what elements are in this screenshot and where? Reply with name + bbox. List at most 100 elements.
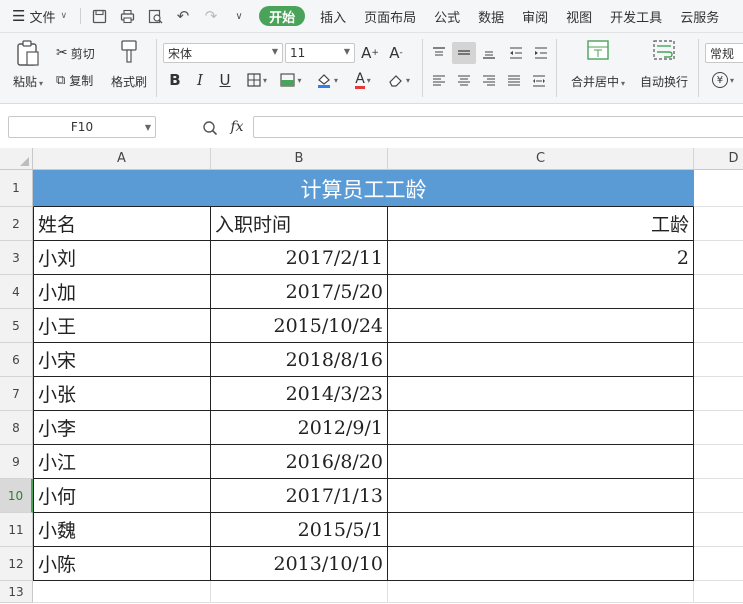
date-cell[interactable]: 2012/9/1	[211, 411, 388, 445]
years-cell[interactable]	[388, 411, 694, 445]
align-center-icon[interactable]	[454, 70, 474, 92]
empty-cell[interactable]	[694, 377, 743, 411]
insert-function-icon[interactable]: fx	[226, 117, 248, 137]
fill-color-icon[interactable]: ▾	[312, 69, 342, 91]
tab-formulas[interactable]: 公式	[425, 0, 469, 32]
align-left-icon[interactable]	[429, 70, 449, 92]
print-preview-icon[interactable]	[141, 0, 169, 32]
format-painter-button[interactable]: 格式刷	[108, 39, 150, 99]
header-years-cell[interactable]: 工龄	[388, 207, 694, 241]
years-cell[interactable]	[388, 309, 694, 343]
tab-data[interactable]: 数据	[469, 0, 513, 32]
column-header-d[interactable]: D	[694, 148, 743, 170]
row-header[interactable]: 10	[0, 479, 33, 513]
underline-icon[interactable]: U	[215, 69, 235, 91]
empty-cell[interactable]	[694, 445, 743, 479]
align-middle-icon[interactable]	[452, 42, 476, 64]
name-cell[interactable]: 小王	[33, 309, 211, 343]
save-icon[interactable]	[85, 0, 113, 32]
empty-cell[interactable]	[388, 581, 694, 603]
align-bottom-icon[interactable]	[479, 42, 499, 64]
redo-icon[interactable]: ↷	[197, 0, 225, 32]
paste-button[interactable]: 粘贴 ▾	[8, 39, 48, 99]
clear-format-icon[interactable]: ▾	[384, 69, 414, 91]
justify-icon[interactable]	[504, 70, 524, 92]
name-cell[interactable]: 小魏	[33, 513, 211, 547]
empty-cell[interactable]	[694, 479, 743, 513]
empty-cell[interactable]	[694, 309, 743, 343]
date-cell[interactable]: 2015/10/24	[211, 309, 388, 343]
decrease-font-icon[interactable]: A-	[386, 42, 406, 64]
date-cell[interactable]: 2017/2/11	[211, 241, 388, 275]
increase-font-icon[interactable]: A +	[360, 42, 380, 64]
zoom-lookup-icon[interactable]	[200, 118, 220, 138]
row-header[interactable]: 8	[0, 411, 33, 445]
row-header[interactable]: 4	[0, 275, 33, 309]
years-cell[interactable]: 2	[388, 241, 694, 275]
align-top-icon[interactable]	[429, 42, 449, 64]
decrease-indent-icon[interactable]	[506, 42, 526, 64]
empty-cell[interactable]	[694, 547, 743, 581]
borders-icon[interactable]: ▾	[242, 69, 272, 91]
column-header-a[interactable]: A	[33, 148, 211, 170]
row-header[interactable]: 6	[0, 343, 33, 377]
merge-center-button[interactable]: 合并居中 ▾	[566, 39, 630, 99]
row-header[interactable]: 9	[0, 445, 33, 479]
tab-page-layout[interactable]: 页面布局	[355, 0, 425, 32]
cell-style-icon[interactable]: ▾	[276, 69, 306, 91]
column-header-b[interactable]: B	[211, 148, 388, 170]
row-header[interactable]: 3	[0, 241, 33, 275]
years-cell[interactable]	[388, 343, 694, 377]
tab-developer[interactable]: 开发工具	[601, 0, 671, 32]
column-header-c[interactable]: C	[388, 148, 694, 170]
empty-cell[interactable]	[211, 581, 388, 603]
years-cell[interactable]	[388, 445, 694, 479]
quick-access-more-icon[interactable]: ∨	[225, 0, 253, 32]
date-cell[interactable]: 2015/5/1	[211, 513, 388, 547]
empty-cell[interactable]	[694, 170, 743, 207]
bold-icon[interactable]: B	[165, 69, 185, 91]
font-name-select[interactable]: 宋体 ▼	[163, 43, 283, 63]
name-box[interactable]: F10 ▼	[8, 116, 156, 138]
date-cell[interactable]: 2017/1/13	[211, 479, 388, 513]
date-cell[interactable]: 2013/10/10	[211, 547, 388, 581]
empty-cell[interactable]	[33, 581, 211, 603]
tab-review[interactable]: 审阅	[513, 0, 557, 32]
empty-cell[interactable]	[694, 343, 743, 377]
name-cell[interactable]: 小李	[33, 411, 211, 445]
align-right-icon[interactable]	[479, 70, 499, 92]
row-header[interactable]: 13	[0, 581, 33, 603]
date-cell[interactable]: 2014/3/23	[211, 377, 388, 411]
font-color-icon[interactable]: A ▾	[348, 69, 378, 91]
years-cell[interactable]	[388, 479, 694, 513]
empty-cell[interactable]	[694, 581, 743, 603]
wrap-text-button[interactable]: 自动换行	[636, 39, 692, 99]
name-cell[interactable]: 小宋	[33, 343, 211, 377]
years-cell[interactable]	[388, 377, 694, 411]
name-cell[interactable]: 小陈	[33, 547, 211, 581]
date-cell[interactable]: 2016/8/20	[211, 445, 388, 479]
increase-indent-icon[interactable]	[531, 42, 551, 64]
name-cell[interactable]: 小加	[33, 275, 211, 309]
name-cell[interactable]: 小刘	[33, 241, 211, 275]
empty-cell[interactable]	[694, 411, 743, 445]
tab-view[interactable]: 视图	[557, 0, 601, 32]
empty-cell[interactable]	[694, 241, 743, 275]
empty-cell[interactable]	[694, 275, 743, 309]
empty-cell[interactable]	[694, 207, 743, 241]
cut-button[interactable]: ✂ 剪切	[56, 43, 95, 63]
years-cell[interactable]	[388, 275, 694, 309]
select-all-corner[interactable]	[0, 148, 33, 170]
tab-home[interactable]: 开始	[259, 6, 306, 26]
empty-cell[interactable]	[694, 513, 743, 547]
undo-icon[interactable]: ↶	[169, 0, 197, 32]
name-cell[interactable]: 小江	[33, 445, 211, 479]
date-cell[interactable]: 2017/5/20	[211, 275, 388, 309]
name-cell[interactable]: 小张	[33, 377, 211, 411]
row-header[interactable]: 12	[0, 547, 33, 581]
font-size-select[interactable]: 11 ▼	[285, 43, 355, 63]
years-cell[interactable]	[388, 547, 694, 581]
currency-icon[interactable]: ¥ ▾	[708, 69, 738, 91]
italic-icon[interactable]: I	[190, 69, 210, 91]
title-cell[interactable]: 计算员工工龄	[33, 170, 694, 207]
